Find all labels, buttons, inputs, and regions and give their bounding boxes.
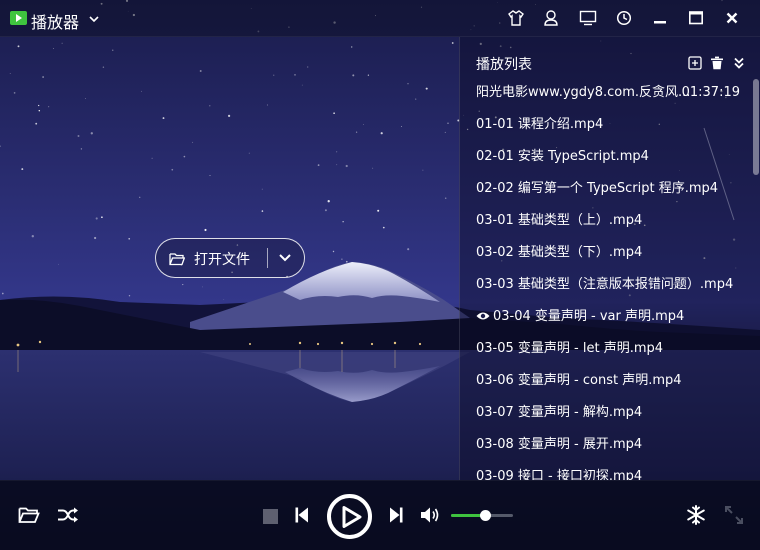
playlist-item-name: 03-09 接口 - 接口初探.mp4 [476,469,643,480]
playlist-item-name: 02-02 编写第一个 TypeScript 程序.mp4 [476,181,719,196]
skin-icon[interactable] [506,9,526,27]
shuffle-icon[interactable] [57,505,79,525]
playlist-item-name: 03-08 变量声明 - 展开.mp4 [476,437,643,452]
stop-button[interactable] [262,508,278,524]
playlist-item-name: 03-05 变量声明 - let 声明.mp4 [476,341,664,356]
skip-previous-icon [295,507,308,523]
folder-icon [169,251,186,266]
playlist-item[interactable]: 03-09 接口 - 接口初探.mp4 [460,461,752,480]
skip-next-icon [390,507,403,523]
playlist-item-name: 03-03 基础类型（注意版本报错问题）.mp4 [476,277,734,292]
playlist-item-name: 03-04 变量声明 - var 声明.mp4 [493,309,685,324]
title-bar: 播放器 [0,0,760,37]
open-file-label: 打开文件 [194,252,250,268]
playlist-item[interactable]: 03-02 基础类型（下）.mp4 [460,237,752,269]
add-icon[interactable] [688,55,704,70]
screen-icon[interactable] [578,9,598,27]
playlist-item-name: 03-07 变量声明 - 解构.mp4 [476,405,643,420]
previous-button[interactable] [294,506,310,524]
close-icon[interactable] [722,9,742,27]
chevron-down-icon [279,254,291,262]
playlist-item[interactable]: 03-08 变量声明 - 展开.mp4 [460,429,752,461]
control-bar [0,480,760,550]
open-folder-icon[interactable] [18,505,40,525]
next-button[interactable] [388,506,404,524]
eye-icon [476,302,490,320]
playlist-title: 播放列表 [476,57,532,73]
playlist-list: 阳光电影www.ygdy8.com.反贪风... 01:37:19 01-01 课程… [460,77,752,480]
minimize-icon[interactable] [650,9,670,27]
maximize-icon[interactable] [686,9,706,27]
open-file-control: 打开文件 [155,238,305,278]
playlist-item-name: 03-02 基础类型（下）.mp4 [476,245,643,260]
play-icon [342,505,361,528]
playlist-panel: 播放列表 阳光电影www.ygdy8.com.反贪风... 01:37:19 01-… [459,37,760,480]
play-button[interactable] [327,494,372,539]
playlist-item[interactable]: 03-05 变量声明 - let 声明.mp4 [460,333,752,365]
trash-icon[interactable] [710,55,726,70]
playlist-item[interactable]: 阳光电影www.ygdy8.com.反贪风... 01:37:19 [460,77,752,109]
playlist-actions [688,55,748,70]
playlist-item[interactable]: 02-01 安装 TypeScript.mp4 [460,141,752,173]
playlist-item-name: 03-06 变量声明 - const 声明.mp4 [476,373,682,388]
history-icon[interactable] [614,9,634,27]
playlist-item-name: 01-01 课程介绍.mp4 [476,117,604,132]
playlist-item-name: 02-01 安装 TypeScript.mp4 [476,149,649,164]
playlist-item[interactable]: 03-04 变量声明 - var 声明.mp4 [460,301,752,333]
open-file-dropdown-button[interactable] [268,239,304,277]
collapse-icon[interactable] [732,55,748,69]
playlist-item-name: 阳光电影www.ygdy8.com.反贪风... [476,85,691,100]
snowflake-icon[interactable] [685,504,707,526]
playlist-item[interactable]: 03-01 基础类型（上）.mp4 [460,205,752,237]
volume-icon[interactable] [420,505,440,525]
playlist-item[interactable]: 03-06 变量声明 - const 声明.mp4 [460,365,752,397]
playlist-item[interactable]: 01-01 课程介绍.mp4 [460,109,752,141]
stop-icon [262,508,278,524]
fullscreen-icon[interactable] [724,505,744,525]
volume-slider-handle[interactable] [480,510,492,521]
playlist-scrollbar[interactable] [753,79,759,175]
playlist-item-duration: 01:37:19 [681,85,740,100]
open-file-button[interactable]: 打开文件 [156,239,268,277]
volume-slider[interactable] [451,510,513,521]
playlist-item[interactable]: 03-07 变量声明 - 解构.mp4 [460,397,752,429]
playlist-item[interactable]: 02-02 编写第一个 TypeScript 程序.mp4 [460,173,752,205]
app-title: 播放器 [31,13,80,32]
app-menu-chevron-icon[interactable] [87,11,101,25]
playlist-item[interactable]: 03-03 基础类型（注意版本报错问题）.mp4 [460,269,752,301]
user-icon[interactable] [541,9,561,27]
playlist-item-name: 03-01 基础类型（上）.mp4 [476,213,643,228]
app-logo-icon [10,11,27,25]
